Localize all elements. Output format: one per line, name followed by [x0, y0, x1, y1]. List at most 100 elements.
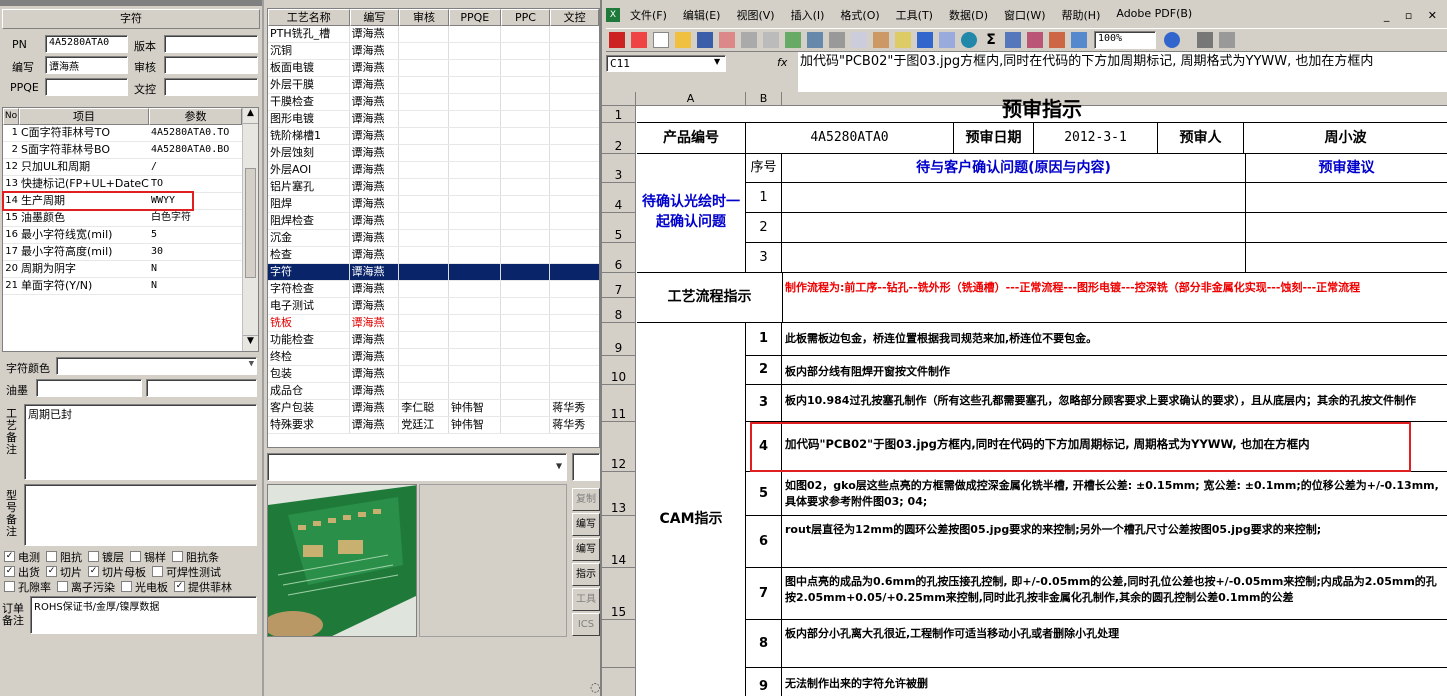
chart-wizard-icon[interactable]: [1049, 32, 1065, 48]
col-ppqe[interactable]: PPQE: [448, 9, 501, 26]
version-field[interactable]: [164, 35, 258, 53]
issue-cell[interactable]: [782, 183, 1246, 213]
spell-icon[interactable]: [785, 32, 801, 48]
checkbox-8[interactable]: 可焊性测试: [152, 564, 221, 580]
pdf-icon[interactable]: [609, 32, 625, 48]
excel-app-icon[interactable]: X: [606, 8, 620, 22]
checkbox-box[interactable]: [46, 551, 57, 562]
checkbox-11[interactable]: 光电板: [121, 579, 168, 595]
permission-icon[interactable]: [719, 32, 735, 48]
checkbox-box[interactable]: ✓: [4, 551, 15, 562]
sort-asc-icon[interactable]: [1005, 32, 1021, 48]
checkbox-box[interactable]: [172, 551, 183, 562]
col-doc[interactable]: 文控: [550, 9, 599, 26]
process-row[interactable]: 铝片塞孔 谭海燕: [268, 179, 599, 196]
table-row[interactable]: 20 周期为阴字 N: [3, 261, 258, 278]
cam-item-text[interactable]: 板内10.984过孔按塞孔制作（所有这些孔都需要塞孔，忽略部分顾客要求上要求确认…: [782, 385, 1447, 422]
checkbox-0[interactable]: ✓ 电测: [4, 549, 40, 565]
cam-item-text[interactable]: 图中点亮的成品为0.6mm的孔按压接孔控制, 即+/-0.05mm的公差,同时孔…: [782, 568, 1447, 620]
cam-item-number[interactable]: 3: [746, 385, 782, 422]
new-icon[interactable]: [653, 32, 669, 48]
row-header[interactable]: 2: [602, 123, 636, 154]
menu-item-6[interactable]: 数据(D): [949, 7, 988, 23]
issue-cell[interactable]: [782, 243, 1246, 273]
checkbox-9[interactable]: 孔隙率: [4, 579, 51, 595]
side-button-2[interactable]: 编写: [572, 538, 600, 561]
redo-icon[interactable]: [939, 32, 955, 48]
params-scrollbar[interactable]: ▲ ▼: [242, 108, 258, 351]
checkbox-box[interactable]: [121, 581, 132, 592]
scroll-thumb[interactable]: [245, 168, 256, 278]
checkbox-2[interactable]: 镀层: [88, 549, 124, 565]
col-ppc[interactable]: PPC: [500, 9, 551, 26]
process-row[interactable]: PTH铣孔_槽 谭海燕: [268, 26, 599, 43]
pn-field[interactable]: 4A5280ATA0: [45, 35, 128, 53]
suggest-cell[interactable]: [1246, 183, 1447, 213]
window-controls[interactable]: _ ▫ ✕: [1384, 9, 1443, 22]
row-header[interactable]: 9: [602, 323, 636, 356]
fx-icon[interactable]: fx: [777, 56, 787, 69]
row-header[interactable]: 14: [602, 516, 636, 568]
cut-icon[interactable]: [829, 32, 845, 48]
cam-item-text[interactable]: 板内部分小孔离大孔很近,工程制作可适当移动小孔或者删除小孔处理: [782, 620, 1447, 668]
table-row[interactable]: 21 单面字符(Y/N) N: [3, 278, 258, 295]
issue-seq[interactable]: 3: [746, 243, 782, 273]
process-row[interactable]: 沉金 谭海燕: [268, 230, 599, 247]
aux-field[interactable]: [572, 453, 600, 481]
process-row[interactable]: 字符检查 谭海燕: [268, 281, 599, 298]
col-process-name[interactable]: 工艺名称: [268, 9, 350, 26]
table-row[interactable]: 12 只加UL和周期 /: [3, 159, 258, 176]
checkbox-box[interactable]: [57, 581, 68, 592]
cam-item-text[interactable]: 此板需板边包金，桥连位置根据我司规范来加,桥连位不要包金。: [782, 323, 1447, 356]
hyperlink-icon[interactable]: [961, 32, 977, 48]
author-field[interactable]: 谭海燕: [45, 56, 128, 74]
checkbox-box[interactable]: ✓: [88, 566, 99, 577]
sheet-title[interactable]: 预审指示: [637, 96, 1447, 123]
cam-item-text[interactable]: 如图02，gko层这些点亮的方框需做成控深金属化铣半槽, 开槽长公差: ±0.1…: [782, 472, 1447, 516]
col-item[interactable]: 项目: [19, 108, 149, 125]
checkbox-10[interactable]: 离子污染: [57, 579, 115, 595]
menu-item-4[interactable]: 格式(O): [840, 7, 879, 23]
process-row[interactable]: 包装 谭海燕: [268, 366, 599, 383]
research-icon[interactable]: [807, 32, 823, 48]
menu-item-1[interactable]: 编辑(E): [683, 7, 721, 23]
autosum-icon[interactable]: Σ: [983, 32, 999, 48]
row-header[interactable]: 3: [602, 154, 636, 183]
issue-seq[interactable]: 2: [746, 213, 782, 243]
model-note-area[interactable]: [24, 484, 257, 546]
col-param[interactable]: 参数: [149, 108, 242, 125]
open-icon[interactable]: [675, 32, 691, 48]
process-row[interactable]: 外层AOI 谭海燕: [268, 162, 599, 179]
menu-item-7[interactable]: 窗口(W): [1004, 7, 1045, 23]
preview-icon[interactable]: [763, 32, 779, 48]
process-row[interactable]: 铣阶梯槽1 谭海燕: [268, 128, 599, 145]
suggest-cell[interactable]: [1246, 243, 1447, 273]
process-row[interactable]: 成品仓 谭海燕: [268, 383, 599, 400]
side-button-4[interactable]: 工具: [572, 588, 600, 611]
issue-header[interactable]: 待与客户确认问题(原因与内容): [782, 154, 1246, 183]
checkbox-3[interactable]: 锡样: [130, 549, 166, 565]
process-row[interactable]: 检查 谭海燕: [268, 247, 599, 264]
cam-item-text[interactable]: 板内部分线有阻焊开窗按文件制作: [782, 356, 1447, 385]
doc-field[interactable]: [164, 78, 258, 96]
process-select[interactable]: ▼: [267, 453, 567, 481]
checkbox-6[interactable]: ✓ 切片: [46, 564, 82, 580]
flow-text[interactable]: 制作流程为:前工序--钻孔--铣外形（铣通槽）---正常流程---图形电镀---…: [783, 273, 1447, 323]
table-row[interactable]: 1 C面字符菲林号TO 4A5280ATA0.TO: [3, 125, 258, 142]
menu-item-2[interactable]: 视图(V): [736, 7, 774, 23]
process-row[interactable]: 外层蚀刻 谭海燕: [268, 145, 599, 162]
format-painter-icon[interactable]: [895, 32, 911, 48]
row-header[interactable]: 11: [602, 385, 636, 422]
issue-cell[interactable]: [782, 213, 1246, 243]
menu-item-5[interactable]: 工具(T): [896, 7, 933, 23]
checkbox-box[interactable]: [152, 566, 163, 577]
checkbox-5[interactable]: ✓ 出货: [4, 564, 40, 580]
date-label[interactable]: 预审日期: [954, 123, 1034, 154]
cam-item-number[interactable]: 7: [746, 568, 782, 620]
drawing-icon[interactable]: [1071, 32, 1087, 48]
checkbox-box[interactable]: ✓: [46, 566, 57, 577]
issue-seq[interactable]: 1: [746, 183, 782, 213]
process-row[interactable]: 外层干膜 谭海燕: [268, 77, 599, 94]
checkbox-box[interactable]: ✓: [4, 566, 15, 577]
process-row[interactable]: 板面电镀 谭海燕: [268, 60, 599, 77]
